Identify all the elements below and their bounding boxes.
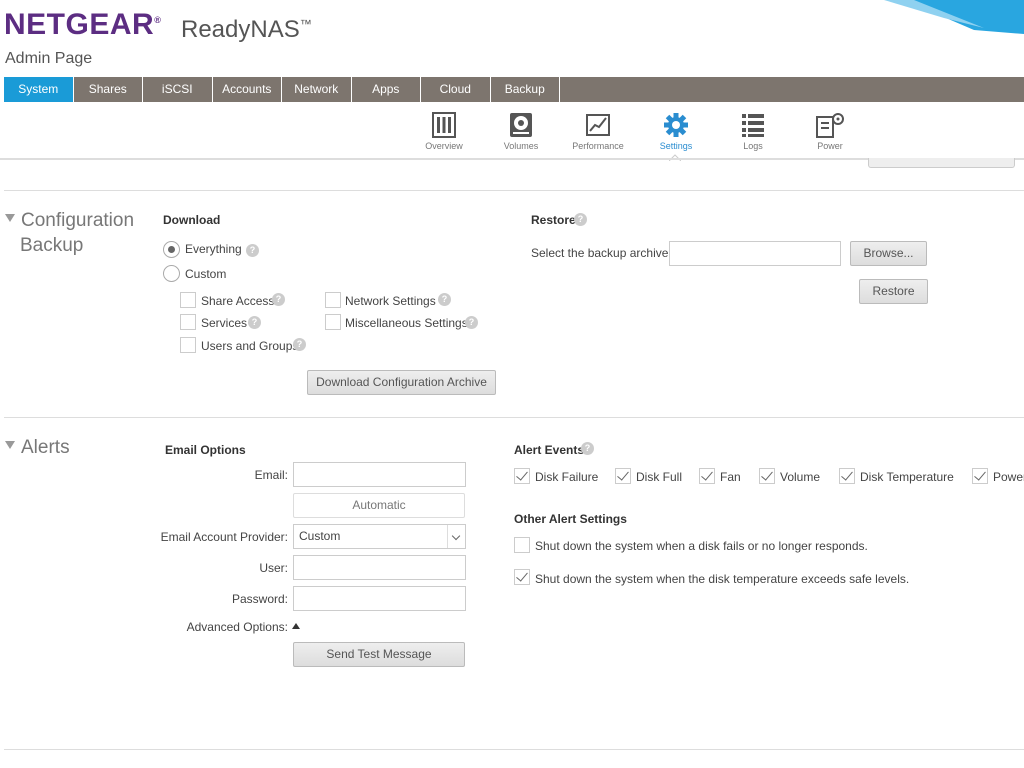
volumes-icon	[510, 113, 532, 137]
settings-gear-icon	[664, 113, 688, 137]
overview-icon	[432, 112, 456, 138]
restore-heading: Restore	[531, 213, 576, 227]
tab-accounts[interactable]: Accounts	[213, 77, 282, 102]
subnav-volumes[interactable]: Volumes	[486, 108, 556, 151]
disk-temperature-checkbox[interactable]	[839, 468, 855, 484]
temp-shutdown-checkbox[interactable]	[514, 569, 530, 585]
help-icon[interactable]: ?	[246, 244, 259, 257]
power-label: Power	[993, 470, 1024, 484]
password-label: Password:	[231, 592, 288, 606]
send-test-message-button[interactable]: Send Test Message	[293, 642, 465, 667]
product-name: ReadyNAS™	[181, 16, 312, 43]
disk-fail-shutdown-checkbox[interactable]	[514, 537, 530, 553]
help-icon[interactable]: ?	[465, 316, 478, 329]
user-label: User:	[259, 561, 288, 575]
main-nav: System Shares iSCSI Accounts Network App…	[4, 77, 1024, 102]
brand-swoosh-icon	[884, 0, 1024, 34]
disk-temperature-label: Disk Temperature	[860, 470, 954, 484]
section-divider	[4, 190, 1024, 191]
section-divider	[4, 417, 1024, 418]
subnav-logs[interactable]: Logs	[718, 108, 788, 151]
everything-radio[interactable]	[163, 241, 180, 258]
network-settings-label: Network Settings	[345, 294, 436, 308]
custom-radio[interactable]	[163, 265, 180, 282]
services-label: Services	[201, 316, 248, 330]
page-subtitle: Admin Page	[5, 50, 93, 67]
user-input[interactable]	[293, 555, 466, 580]
backup-archive-input[interactable]	[669, 241, 841, 266]
volume-checkbox[interactable]	[759, 468, 775, 484]
power-checkbox[interactable]	[972, 468, 988, 484]
section-title-config-backup[interactable]: Configuration Backup	[5, 208, 134, 258]
tab-iscsi[interactable]: iSCSI	[143, 77, 213, 102]
subnav-power[interactable]: Power	[795, 108, 865, 151]
help-icon[interactable]: ?	[438, 293, 451, 306]
tab-backup[interactable]: Backup	[491, 77, 560, 102]
subnav-performance[interactable]: Performance	[563, 108, 633, 151]
tab-network[interactable]: Network	[282, 77, 352, 102]
collapse-triangle-icon[interactable]	[5, 213, 15, 222]
users-groups-label: Users and Groups	[201, 339, 299, 353]
email-label: Email:	[254, 468, 288, 482]
services-checkbox[interactable]	[180, 314, 196, 330]
provider-select[interactable]: Custom	[293, 524, 466, 549]
provider-label: Email Account Provider:	[160, 530, 288, 544]
help-icon[interactable]: ?	[272, 293, 285, 306]
share-access-label: Share Access	[201, 294, 275, 308]
partially-visible-button[interactable]	[868, 158, 1015, 168]
misc-settings-label: Miscellaneous Settings	[345, 316, 468, 330]
disk-failure-checkbox[interactable]	[514, 468, 530, 484]
temp-shutdown-label: Shut down the system when the disk tempe…	[535, 572, 910, 586]
disk-failure-label: Disk Failure	[535, 470, 599, 484]
help-icon[interactable]: ?	[293, 338, 306, 351]
custom-label: Custom	[185, 267, 227, 281]
email-input[interactable]	[293, 462, 466, 487]
subnav-overview[interactable]: Overview	[409, 108, 479, 151]
fan-checkbox[interactable]	[699, 468, 715, 484]
backup-archive-label: Select the backup archive:	[531, 246, 672, 260]
chevron-down-icon[interactable]	[447, 525, 465, 548]
help-icon[interactable]: ?	[248, 316, 261, 329]
power-icon	[816, 113, 844, 138]
alert-events-heading: Alert Events	[514, 443, 585, 457]
tab-shares[interactable]: Shares	[74, 77, 143, 102]
users-groups-checkbox[interactable]	[180, 337, 196, 353]
browse-button[interactable]: Browse...	[850, 241, 927, 266]
help-icon[interactable]: ?	[574, 213, 587, 226]
automatic-button[interactable]: Automatic	[293, 493, 465, 518]
download-heading: Download	[163, 213, 221, 227]
tab-cloud[interactable]: Cloud	[421, 77, 491, 102]
collapse-triangle-icon[interactable]	[5, 440, 15, 449]
help-icon[interactable]: ?	[581, 442, 594, 455]
share-access-checkbox[interactable]	[180, 292, 196, 308]
performance-icon	[586, 114, 610, 136]
tab-apps[interactable]: Apps	[352, 77, 421, 102]
restore-button[interactable]: Restore	[859, 279, 928, 304]
section-title-alerts[interactable]: Alerts	[5, 435, 70, 460]
netgear-logo: NETGEAR®	[4, 8, 162, 41]
volume-label: Volume	[780, 470, 821, 484]
email-options-heading: Email Options	[165, 443, 246, 457]
expand-triangle-icon[interactable]	[292, 623, 300, 629]
everything-label: Everything	[185, 242, 242, 256]
subnav-settings[interactable]: Settings	[641, 108, 711, 151]
disk-full-checkbox[interactable]	[615, 468, 631, 484]
logs-icon	[742, 114, 764, 137]
system-subnav: Overview Volumes Performance Settings Lo…	[0, 108, 1024, 158]
other-alert-settings-heading: Other Alert Settings	[514, 512, 627, 526]
tab-system[interactable]: System	[4, 77, 74, 102]
disk-fail-shutdown-label: Shut down the system when a disk fails o…	[535, 539, 868, 553]
disk-full-label: Disk Full	[636, 470, 683, 484]
password-input[interactable]	[293, 586, 466, 611]
fan-label: Fan	[720, 470, 741, 484]
section-divider	[4, 749, 1024, 750]
advanced-options-label[interactable]: Advanced Options:	[160, 620, 288, 634]
misc-settings-checkbox[interactable]	[325, 314, 341, 330]
download-config-archive-button[interactable]: Download Configuration Archive	[307, 370, 496, 395]
network-settings-checkbox[interactable]	[325, 292, 341, 308]
